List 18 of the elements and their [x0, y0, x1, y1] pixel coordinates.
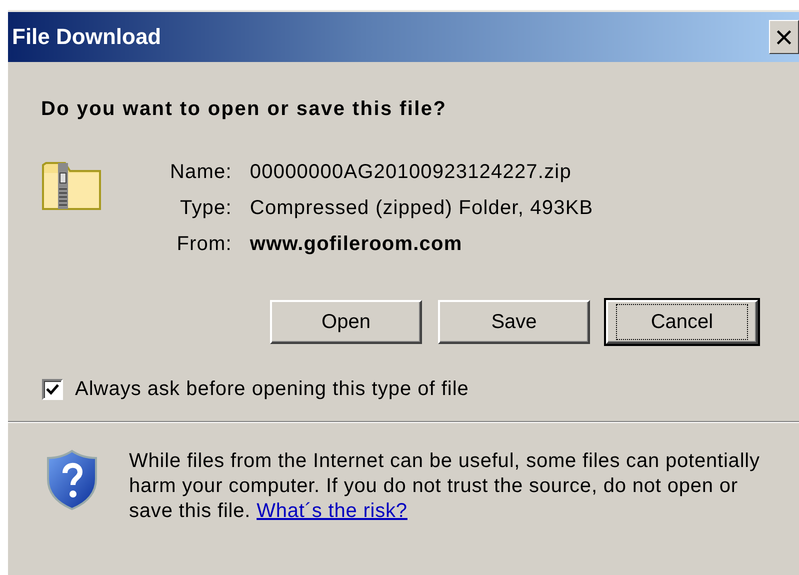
- question-text: Do you want to open or save this file?: [41, 98, 448, 121]
- checkbox-label[interactable]: Always ask before opening this type of file: [75, 378, 469, 401]
- security-shield-icon: [45, 449, 99, 511]
- close-button[interactable]: ×: [769, 20, 799, 54]
- dialog-button[interactable]: Cancel: [606, 300, 758, 344]
- warning-text: While files from the Internet can be useful, some files can potentially harm your computer. If you do not trust the source, do not open or save this file. What´s the risk?: [129, 449, 761, 524]
- checkmark-icon: [46, 384, 59, 395]
- field-label: Name:: [170, 161, 232, 184]
- field-label: Type:: [178, 197, 232, 220]
- dialog-button[interactable]: Save: [438, 300, 590, 344]
- field-value: Compressed (zipped) Folder, 493KB: [250, 197, 594, 220]
- dialog-button[interactable]: Open: [270, 300, 422, 344]
- field-value: www.gofileroom.com: [250, 233, 464, 256]
- field-value: 00000000AG20100923124227.zip: [250, 161, 572, 184]
- field-label: From:: [176, 233, 232, 256]
- risk-link[interactable]: What´s the risk?: [256, 500, 408, 522]
- window-title: File Download: [12, 24, 162, 50]
- checkbox[interactable]: [42, 379, 63, 400]
